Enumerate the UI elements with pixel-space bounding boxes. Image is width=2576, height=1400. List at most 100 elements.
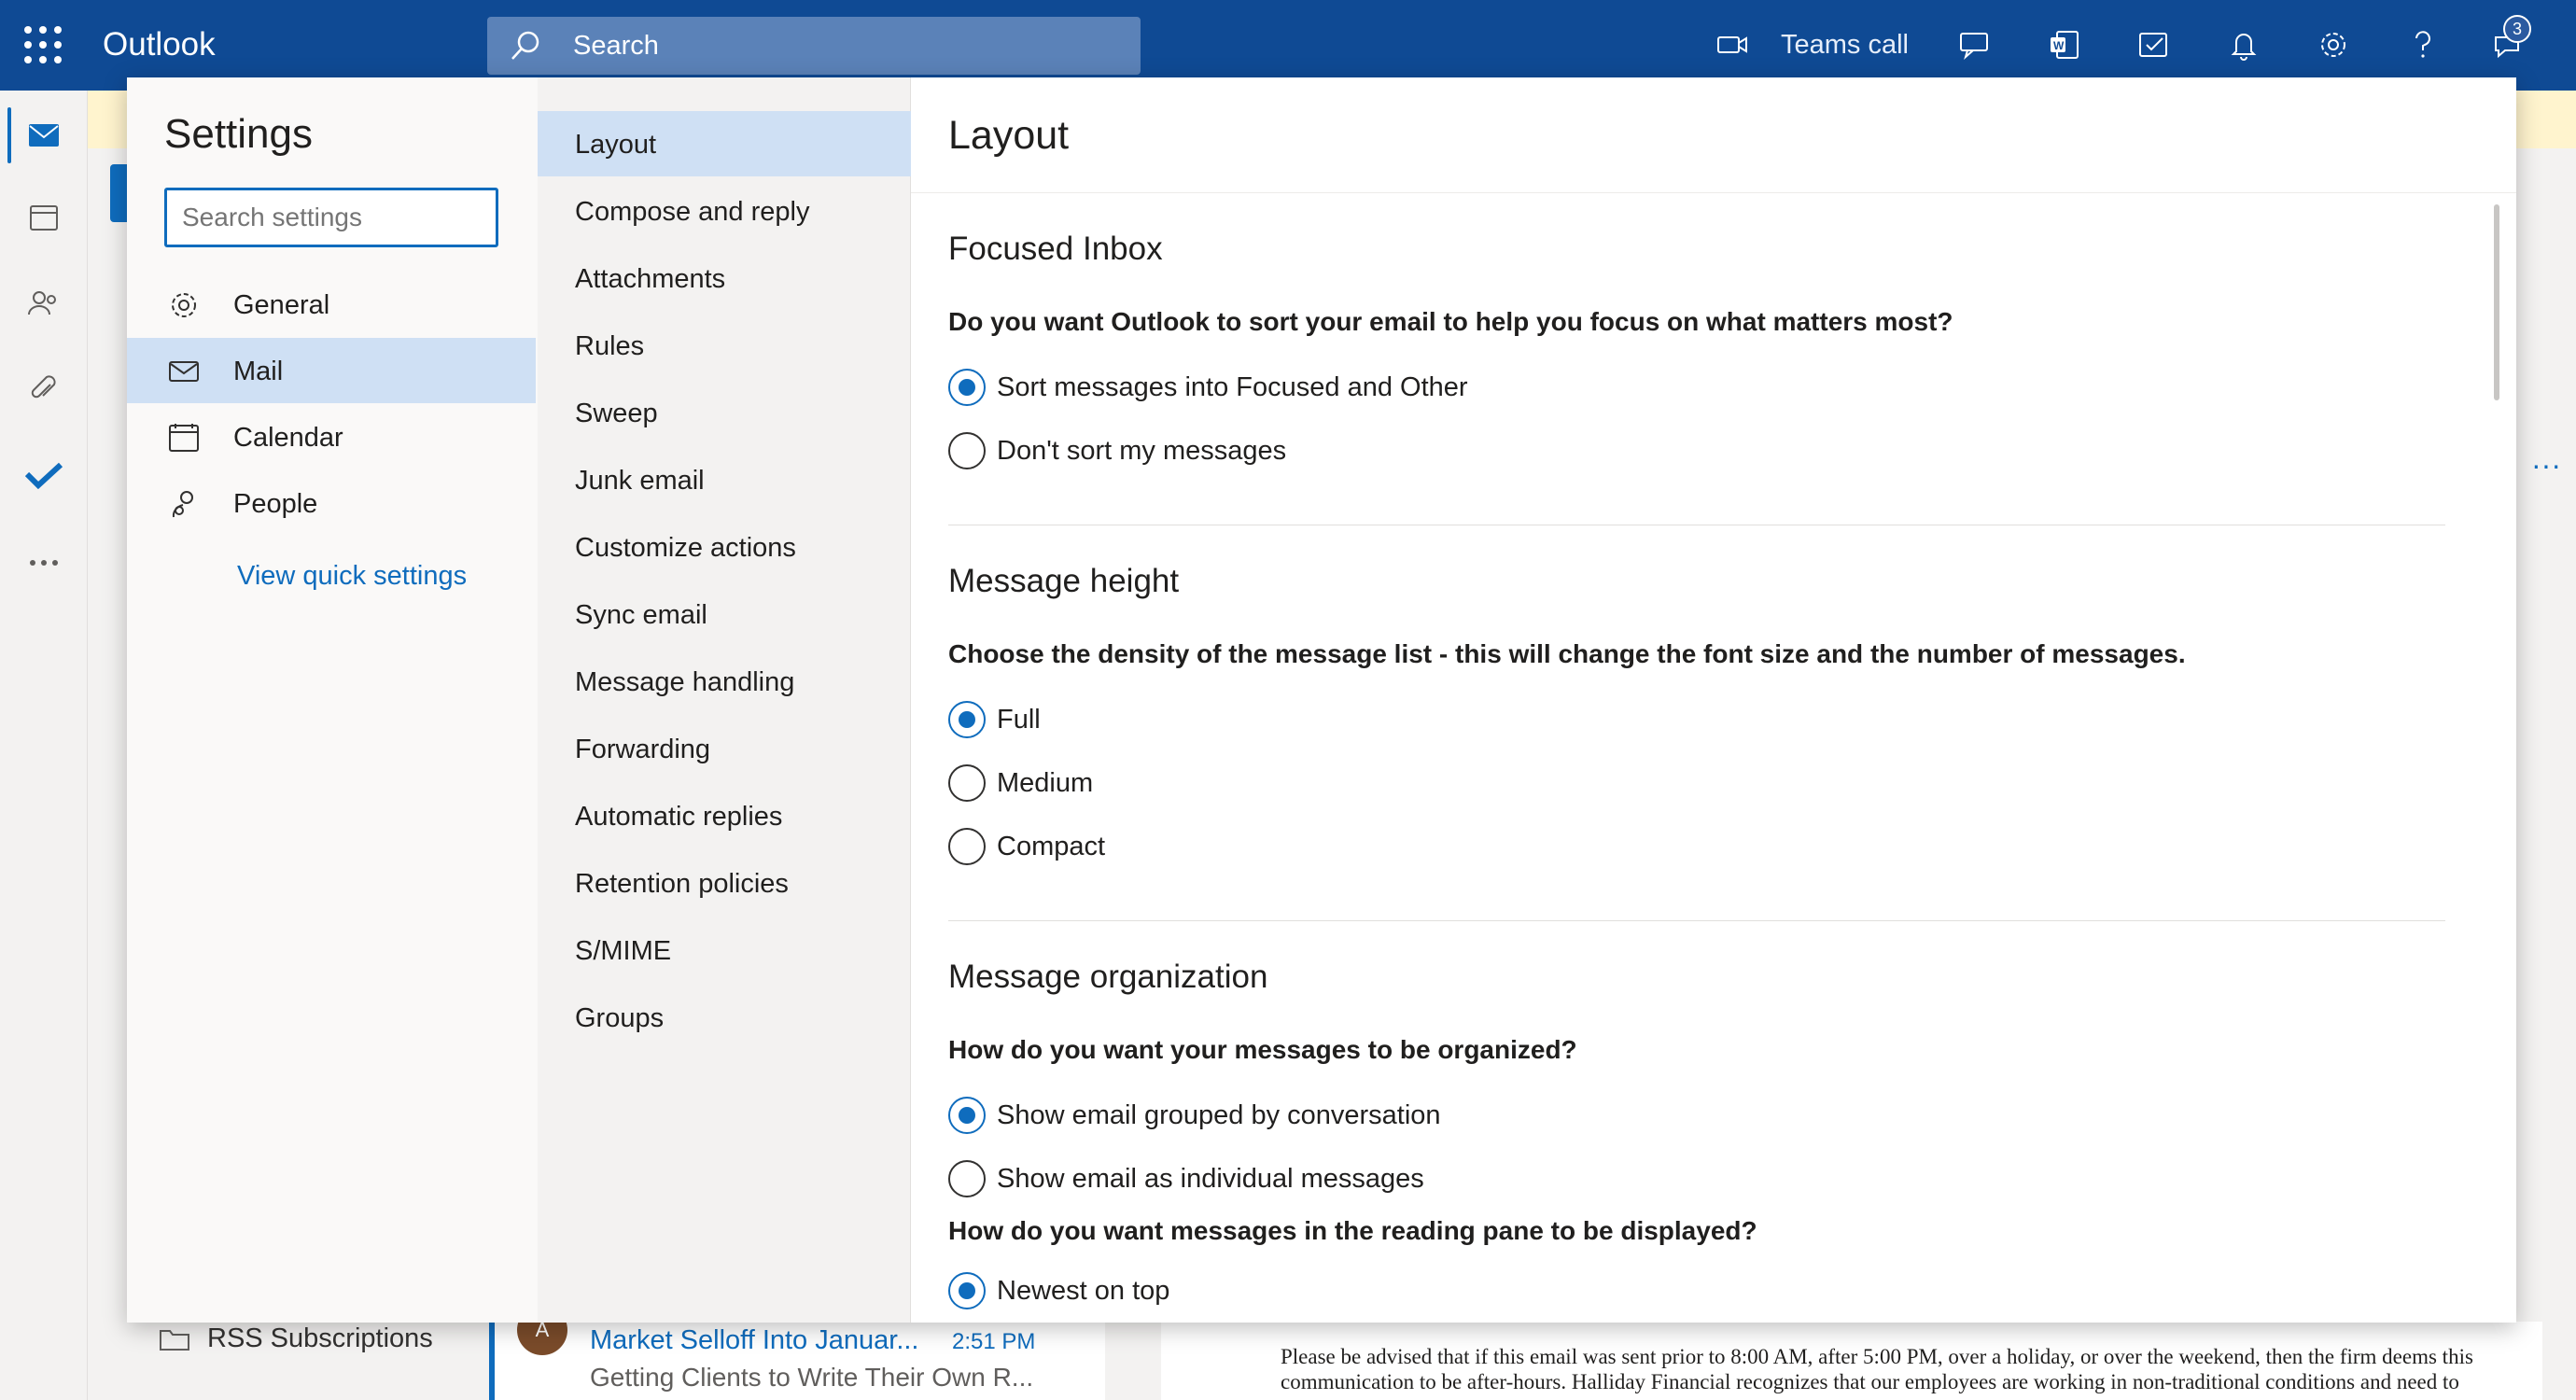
more-options-icon: ··· xyxy=(2531,448,2561,482)
radio-circle xyxy=(948,1160,986,1197)
reading-pane-text: Please be advised that if this email was… xyxy=(1281,1345,2473,1393)
teams-call-button[interactable]: Teams call xyxy=(1781,19,1909,71)
radio-circle xyxy=(948,1097,986,1134)
search-box[interactable]: Search xyxy=(487,17,1141,75)
section-heading-focused-inbox: Focused Inbox xyxy=(948,231,1163,267)
search-placeholder: Search xyxy=(573,31,659,61)
section-heading-message-organization: Message organization xyxy=(948,959,1268,995)
radio-compact[interactable]: Compact xyxy=(948,826,1105,867)
radio-label: Compact xyxy=(997,831,1106,861)
subcategory-sweep[interactable]: Sweep xyxy=(538,380,911,445)
more-apps-icon[interactable] xyxy=(0,535,88,591)
folder-label: RSS Subscriptions xyxy=(207,1323,433,1353)
settings-categories-panel: Settings General Mail Calendar People Vi… xyxy=(127,77,538,1323)
radio-individual-messages[interactable]: Show email as individual messages xyxy=(948,1158,1424,1199)
pane-title: Layout xyxy=(948,113,1070,158)
radio-sort-focused-other[interactable]: Sort messages into Focused and Other xyxy=(948,367,1468,408)
category-people[interactable]: People xyxy=(127,470,536,536)
app-rail xyxy=(0,91,88,1400)
word-icon[interactable]: W xyxy=(2044,19,2085,71)
layout-settings-pane: Layout Focused Inbox Do you want Outlook… xyxy=(911,77,2516,1323)
subcategory-attachments[interactable]: Attachments xyxy=(538,245,911,311)
radio-label: Show email grouped by conversation xyxy=(997,1099,1441,1130)
radio-circle xyxy=(948,369,986,406)
subcategory-layout[interactable]: Layout xyxy=(538,111,911,176)
folder-rss-subscriptions[interactable]: RSS Subscriptions xyxy=(159,1323,433,1354)
svg-text:W: W xyxy=(2053,39,2065,52)
radio-circle xyxy=(948,764,986,802)
subcategory-groups[interactable]: Groups xyxy=(538,985,911,1050)
subcategory-label: Attachments xyxy=(575,264,726,294)
radio-full[interactable]: Full xyxy=(948,699,1041,740)
message-organization-question: How do you want your messages to be orga… xyxy=(948,1035,1577,1064)
background-new-message-button xyxy=(110,164,127,222)
subcategory-label: Message handling xyxy=(575,667,795,697)
subcategory-smime[interactable]: S/MIME xyxy=(538,917,911,983)
subcategory-retention-policies[interactable]: Retention policies xyxy=(538,850,911,916)
view-quick-settings-link[interactable]: View quick settings xyxy=(237,561,467,592)
people-icon[interactable] xyxy=(0,275,88,331)
subcategory-compose-and-reply[interactable]: Compose and reply xyxy=(538,178,911,244)
subcategory-label: Groups xyxy=(575,1003,665,1033)
folder-icon xyxy=(160,1329,189,1351)
subcategory-label: Sync email xyxy=(575,600,707,630)
radio-newest-on-top[interactable]: Newest on top xyxy=(948,1270,1169,1311)
subcategory-automatic-replies[interactable]: Automatic replies xyxy=(538,783,911,848)
video-icon[interactable] xyxy=(1714,19,1751,71)
radio-circle xyxy=(948,701,986,738)
gear-icon[interactable] xyxy=(2313,19,2354,71)
chat-icon[interactable] xyxy=(1954,19,1995,71)
notification-badge: 3 xyxy=(2503,15,2531,43)
pane-divider xyxy=(911,192,2516,193)
mail-icon[interactable] xyxy=(0,107,88,163)
category-label: General xyxy=(233,290,330,320)
search-settings-input[interactable] xyxy=(164,188,498,247)
radio-medium[interactable]: Medium xyxy=(948,763,1093,804)
subcategory-forwarding[interactable]: Forwarding xyxy=(538,716,911,781)
calendar-icon[interactable] xyxy=(0,189,88,245)
focused-inbox-question: Do you want Outlook to sort your email t… xyxy=(948,307,1953,336)
people-icon xyxy=(172,491,193,518)
category-calendar[interactable]: Calendar xyxy=(127,404,536,469)
subcategory-label: Sweep xyxy=(575,399,658,428)
subcategory-label: Forwarding xyxy=(575,735,711,764)
bell-icon[interactable] xyxy=(2223,19,2264,71)
subcategory-junk-email[interactable]: Junk email xyxy=(538,447,911,512)
radio-label: Newest on top xyxy=(997,1275,1170,1306)
calendar-icon xyxy=(169,424,199,452)
subcategory-rules[interactable]: Rules xyxy=(538,313,911,378)
radio-circle xyxy=(948,1272,986,1309)
subcategory-customize-actions[interactable]: Customize actions xyxy=(538,514,911,580)
settings-dialog: Settings General Mail Calendar People Vi… xyxy=(127,77,2516,1323)
reading-pane-question: How do you want messages in the reading … xyxy=(948,1216,1757,1245)
todo-icon[interactable] xyxy=(0,447,88,503)
subcategory-label: Retention policies xyxy=(575,869,789,899)
subcategory-label: Rules xyxy=(575,331,645,361)
subcategory-label: S/MIME xyxy=(575,936,672,966)
attachment-icon[interactable] xyxy=(0,361,88,417)
subcategory-label: Customize actions xyxy=(575,533,796,563)
radio-dont-sort[interactable]: Don't sort my messages xyxy=(948,430,1286,471)
subcategory-sync-email[interactable]: Sync email xyxy=(538,581,911,647)
mail-icon xyxy=(169,361,199,382)
category-label: Mail xyxy=(233,357,284,386)
scrollbar-thumb[interactable] xyxy=(2494,204,2499,400)
mail-subcategories-panel: Layout Compose and reply Attachments Rul… xyxy=(538,77,911,1323)
help-icon[interactable] xyxy=(2402,19,2443,71)
tasks-icon[interactable] xyxy=(2134,19,2175,71)
category-mail[interactable]: Mail xyxy=(127,338,536,403)
radio-circle xyxy=(948,828,986,865)
message-time: 2:51 PM xyxy=(952,1329,1036,1354)
subcategory-label: Junk email xyxy=(575,466,705,496)
subcategory-message-handling[interactable]: Message handling xyxy=(538,649,911,714)
radio-label: Don't sort my messages xyxy=(997,435,1287,466)
message-height-question: Choose the density of the message list -… xyxy=(948,639,2186,668)
category-label: Calendar xyxy=(233,423,343,453)
app-name[interactable]: Outlook xyxy=(103,26,216,63)
reading-pane: Please be advised that if this email was… xyxy=(1161,1322,2542,1400)
message-preview: Getting Clients to Write Their Own R... xyxy=(590,1363,1034,1392)
radio-grouped-by-conversation[interactable]: Show email grouped by conversation xyxy=(948,1095,1441,1136)
settings-title: Settings xyxy=(164,111,313,157)
waffle-icon[interactable] xyxy=(24,26,62,63)
category-general[interactable]: General xyxy=(127,272,536,337)
